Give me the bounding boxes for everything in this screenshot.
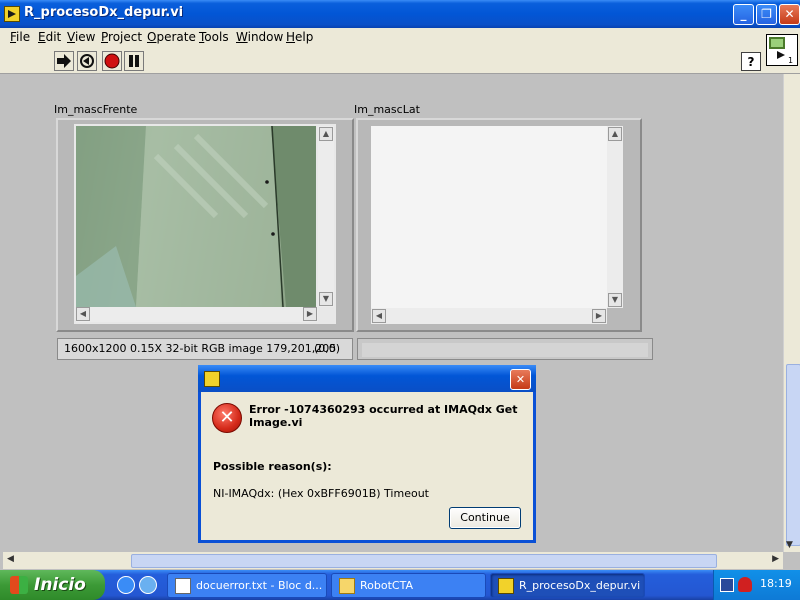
scroll-right-icon[interactable]: ▶ <box>592 309 606 323</box>
dialog-title-bar[interactable] <box>198 365 536 392</box>
image1-pixel-coords: (0,0) <box>314 342 341 355</box>
vi-connector-icon[interactable]: 1 <box>766 34 798 66</box>
internet-explorer-icon[interactable] <box>117 576 135 594</box>
svg-text:1: 1 <box>788 56 793 65</box>
scroll-left-icon[interactable]: ◀ <box>76 307 90 321</box>
network-icon[interactable] <box>720 578 734 592</box>
context-help-button[interactable]: ? <box>741 52 761 71</box>
restore-button[interactable]: ❐ <box>756 4 777 25</box>
menu-window[interactable]: Window <box>236 30 283 44</box>
panel-horizontal-scrollbar[interactable]: ◀ ▶ <box>3 552 783 569</box>
menu-help[interactable]: Help <box>286 30 313 44</box>
notepad-icon <box>175 578 191 594</box>
image1-label: Im_mascFrente <box>54 103 138 116</box>
image2-display[interactable] <box>371 126 607 308</box>
image2-vertical-scrollbar[interactable] <box>607 126 623 308</box>
image2-info-bar <box>357 338 653 360</box>
image1-vertical-scrollbar[interactable] <box>318 126 334 307</box>
possible-reasons-text: NI-IMAQdx: (Hex 0xBFF6901B) Timeout <box>213 487 429 500</box>
scroll-right-icon[interactable]: ▶ <box>772 554 779 564</box>
image2-info-text <box>362 343 648 357</box>
run-continuously-icon[interactable] <box>77 51 97 71</box>
error-message: Error -1074360293 occurred at IMAQdx Get… <box>249 403 518 429</box>
task-robotcta-folder[interactable]: RobotCTA <box>331 573 486 598</box>
task-labview-vi[interactable]: R_procesoDx_depur.vi <box>490 573 645 598</box>
image1-horizontal-scrollbar[interactable] <box>76 307 318 322</box>
labview-vi-icon <box>4 6 20 22</box>
scroll-right-icon[interactable]: ▶ <box>303 307 317 321</box>
scroll-down-icon[interactable]: ▼ <box>786 540 793 550</box>
image1-info-bar: 1600x1200 0.15X 32-bit RGB image 179,201… <box>57 338 353 360</box>
error-icon: ✕ <box>212 403 242 433</box>
dialog-close-button[interactable]: ✕ <box>510 369 531 390</box>
task-notepad[interactable]: docuerror.txt - Bloc d... <box>167 573 327 598</box>
possible-reasons-heading: Possible reason(s): <box>213 460 332 473</box>
abort-icon[interactable] <box>102 51 122 71</box>
windows-flag-icon <box>10 576 28 594</box>
panel-vertical-scrollbar[interactable]: ▼ <box>783 74 800 552</box>
scroll-up-icon[interactable]: ▲ <box>319 127 333 141</box>
labview-vi-icon <box>204 371 220 387</box>
labview-icon <box>498 578 514 594</box>
scroll-down-icon[interactable]: ▼ <box>319 292 333 306</box>
minimize-button[interactable]: _ <box>733 4 754 25</box>
image2-label: Im_mascLat <box>354 103 420 116</box>
vertical-scroll-thumb[interactable] <box>786 364 800 546</box>
menu-tools[interactable]: Tools <box>199 30 229 44</box>
menu-file[interactable]: File <box>10 30 30 44</box>
horizontal-scroll-thumb[interactable] <box>131 554 717 568</box>
menu-view[interactable]: View <box>67 30 95 44</box>
image2-horizontal-scrollbar[interactable] <box>371 308 607 324</box>
image1-picture <box>76 126 316 307</box>
continue-button[interactable]: Continue <box>449 507 521 529</box>
run-arrow-icon[interactable] <box>54 51 74 71</box>
scroll-left-icon[interactable]: ◀ <box>372 309 386 323</box>
menu-edit[interactable]: Edit <box>38 30 61 44</box>
browser-icon[interactable] <box>139 576 157 594</box>
folder-icon <box>339 578 355 594</box>
taskbar-clock[interactable]: 18:19 <box>760 577 792 590</box>
window-title: R_procesoDx_depur.vi <box>24 5 184 20</box>
menu-operate[interactable]: Operate <box>147 30 196 44</box>
scroll-left-icon[interactable]: ◀ <box>7 554 14 564</box>
menu-project[interactable]: Project <box>101 30 142 44</box>
pause-icon[interactable] <box>124 51 144 71</box>
close-button[interactable]: ✕ <box>779 4 800 25</box>
scroll-up-icon[interactable]: ▲ <box>608 127 622 141</box>
security-shield-icon[interactable] <box>738 577 752 592</box>
image1-info-text: 1600x1200 0.15X 32-bit RGB image 179,201… <box>64 342 337 355</box>
scroll-down-icon[interactable]: ▼ <box>608 293 622 307</box>
